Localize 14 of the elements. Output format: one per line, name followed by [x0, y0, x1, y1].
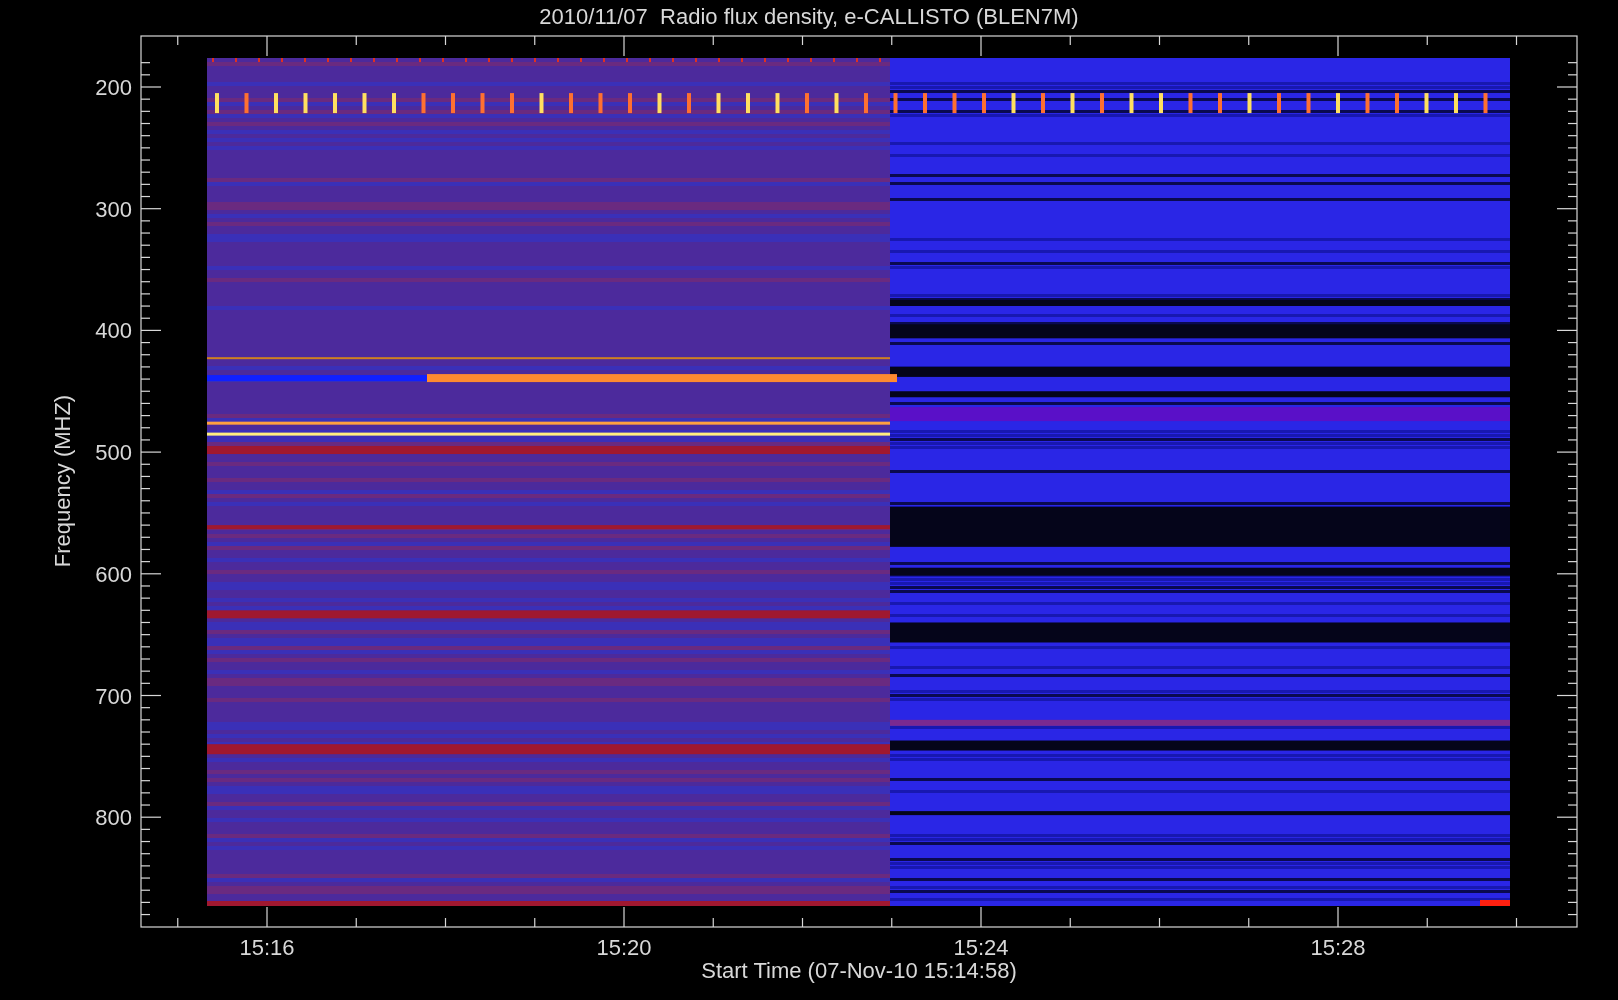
axis-tick-label: 15:16	[239, 935, 295, 960]
axis-tick-label: 800	[95, 805, 132, 831]
axis-tick-label: 15:24	[953, 935, 1009, 960]
axis-tick-label: 15:28	[1310, 935, 1366, 960]
axis-title: Frequency (MHZ)	[50, 394, 75, 568]
axis-tick-label: 500	[95, 440, 132, 466]
axis-tick-label: 300	[95, 196, 132, 222]
axis-tick-label: 700	[95, 683, 132, 709]
chart-title: 2010/11/07 Radio flux density, e-CALLISTO (BLEN7M)	[539, 4, 1079, 29]
axis-tick-label: 600	[95, 561, 132, 587]
axis-tick-label: 200	[95, 75, 132, 100]
axis-title: Start Time (07-Nov-10 15:14:58)	[701, 958, 1017, 983]
axis-tick-label: 400	[95, 318, 132, 344]
axis-tick-label: 15:20	[596, 935, 652, 960]
